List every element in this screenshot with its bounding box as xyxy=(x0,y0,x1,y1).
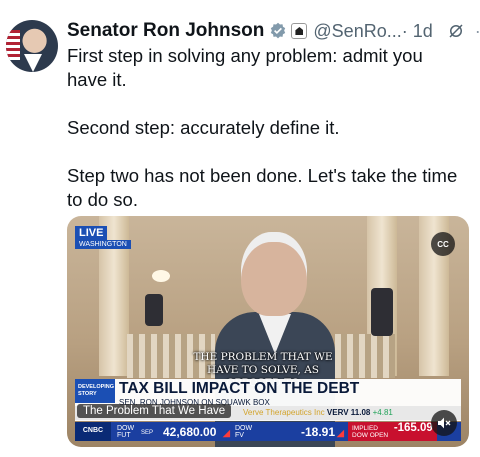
verified-badge-icon xyxy=(271,22,286,39)
tweet-line: Step two has not been done. Let's take t… xyxy=(67,165,458,210)
ticker-label: DOW FV xyxy=(235,425,253,439)
avatar[interactable] xyxy=(6,20,58,72)
live-badge: LIVE xyxy=(75,226,108,240)
more-icon[interactable]: ··· xyxy=(475,21,480,42)
market-ticker: CNBC DOW FUT SEP 42,680.00 ◢ DOW FV -18.… xyxy=(75,422,461,441)
grok-icon[interactable] xyxy=(447,22,465,40)
flag-icon xyxy=(6,30,20,60)
government-affiliation-icon xyxy=(291,23,308,39)
author-name[interactable]: Senator Ron Johnson xyxy=(67,20,264,42)
background-person xyxy=(145,294,163,326)
background-lamp xyxy=(152,270,170,282)
stock-name: Verve Therapeutics Inc xyxy=(243,408,325,417)
tweet-line: First step in solving any problem: admit… xyxy=(67,45,423,90)
background-balustrade xyxy=(335,334,395,378)
tweet-time[interactable]: · 1d xyxy=(402,21,433,42)
headline: TAX BILL IMPACT ON THE DEBT xyxy=(119,380,360,397)
tweet-header: Senator Ron Johnson @SenRo... · 1d ··· xyxy=(67,18,480,44)
ticker-value: -165.09 xyxy=(393,422,433,434)
stock-symbol: VERV 11.08 xyxy=(326,408,371,417)
video-title-overlay: The Problem That We Have xyxy=(77,404,232,418)
closed-captions-icon[interactable]: CC xyxy=(431,232,455,256)
author-handle[interactable]: @SenRo... xyxy=(313,21,401,42)
ticker-label: DOW FUT xyxy=(117,425,135,439)
down-arrow-icon: ◢ xyxy=(337,428,344,438)
mute-icon[interactable] xyxy=(431,410,457,436)
down-arrow-icon: ◢ xyxy=(223,428,230,438)
network-logo: CNBC xyxy=(75,422,111,441)
tweet-text: First step in solving any problem: admit… xyxy=(67,44,467,236)
developing-story-badge: DEVELOPING STORY xyxy=(75,379,115,403)
ticker-label: IMPLIED DOW OPEN xyxy=(352,425,389,439)
background-person xyxy=(371,288,393,336)
ticker-sublabel: SEP xyxy=(141,430,154,436)
stock-change: +4.81 xyxy=(372,408,393,417)
speaker-muted-icon xyxy=(438,417,451,429)
ticker-value: -18.91 xyxy=(301,425,336,439)
ticker-value: 42,680.00 xyxy=(163,425,217,439)
location-label: WASHINGTON xyxy=(75,240,131,249)
video-player[interactable]: LIVE WASHINGTON CC THE PROBLEM THAT WE H… xyxy=(67,216,469,447)
tweet-line: Second step: accurately define it. xyxy=(67,117,340,138)
implied-open-panel: IMPLIED DOW OPEN -165.09 xyxy=(348,422,437,441)
stock-crawl: Verve Therapeutics Inc VERV 11.08 +4.81 xyxy=(243,408,393,417)
avatar-shirt xyxy=(24,54,42,72)
